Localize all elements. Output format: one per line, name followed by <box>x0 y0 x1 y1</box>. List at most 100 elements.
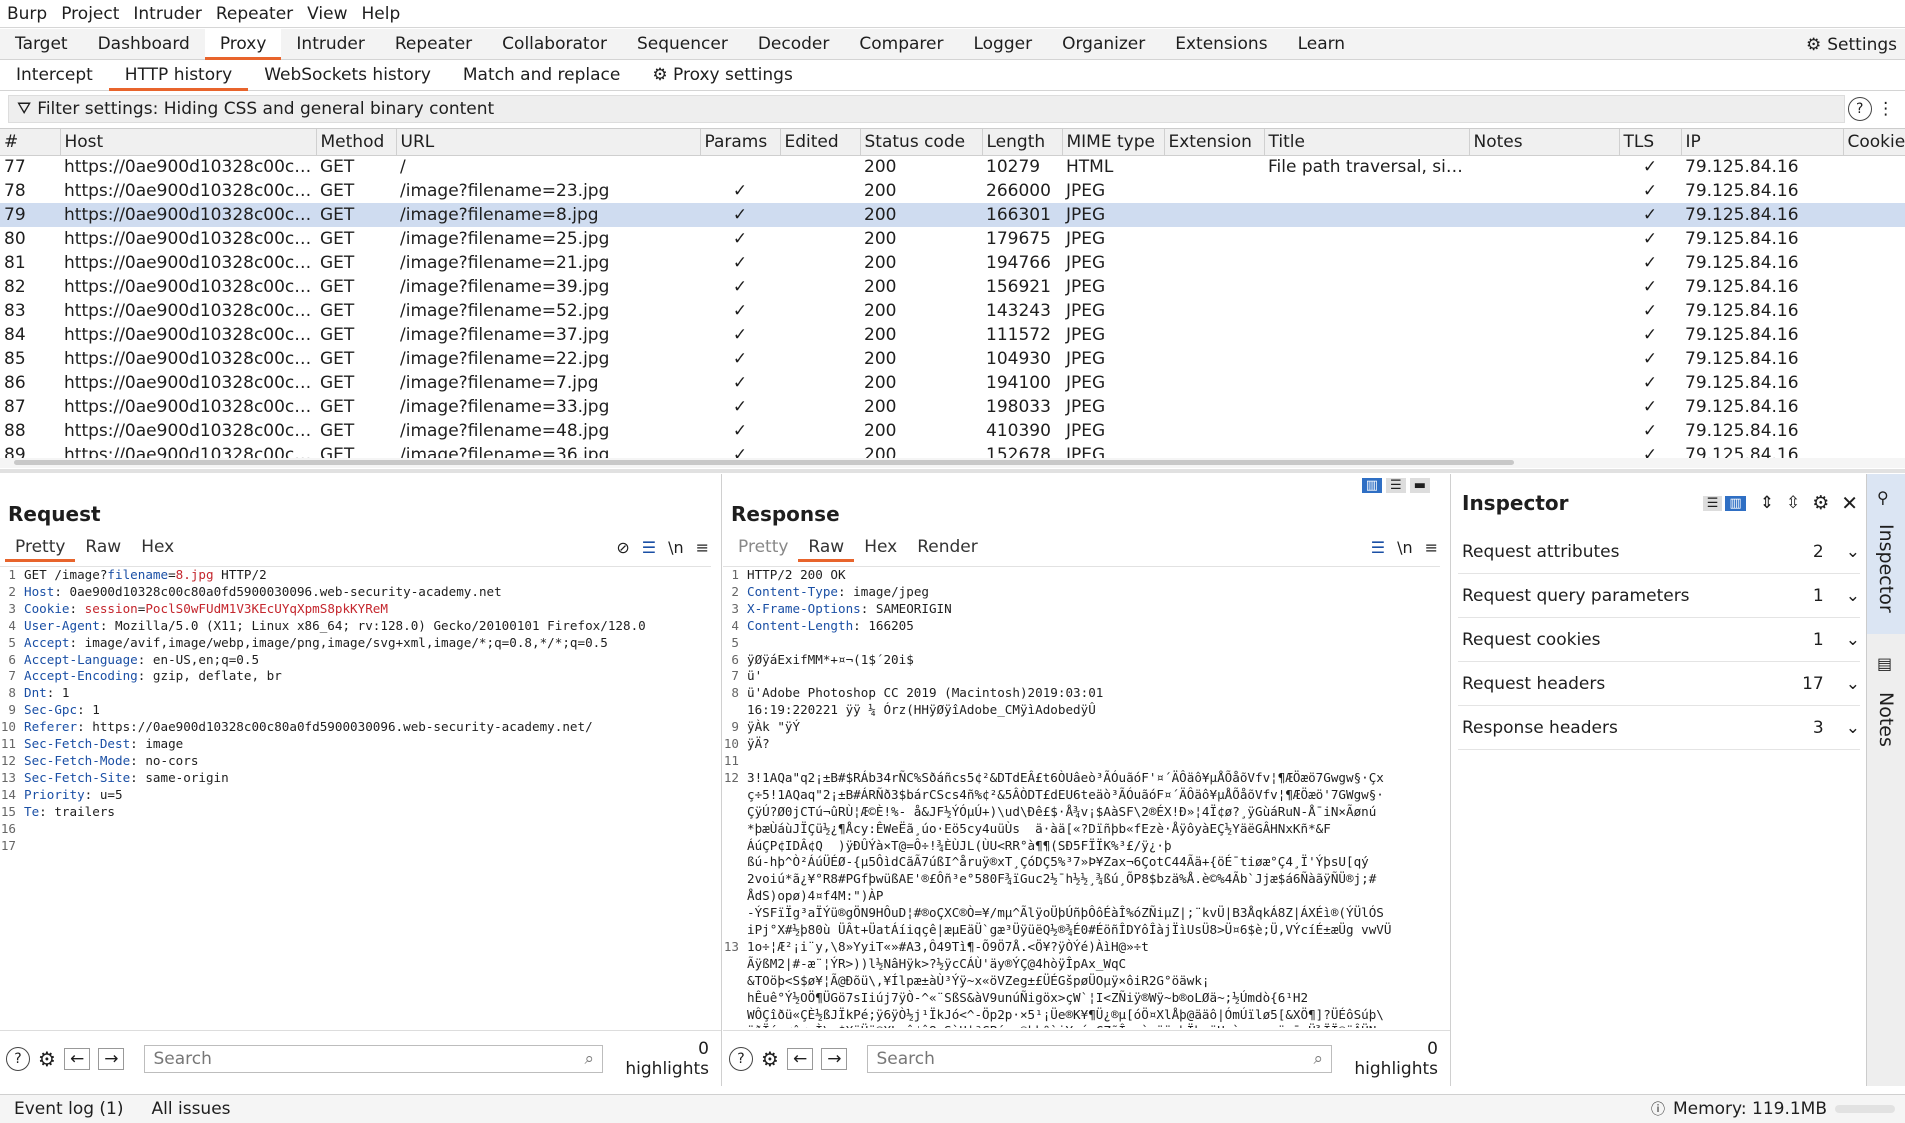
table-row[interactable]: 77 https://0ae900d10328c00c8... GET / 200 102… <box>0 155 1905 179</box>
request-search-input[interactable]: Search ⌕ <box>144 1044 603 1073</box>
table-row[interactable]: 83 https://0ae900d10328c00c8... GET/image?… <box>0 299 1905 323</box>
column-header[interactable]: Method <box>316 129 397 156</box>
table-row[interactable]: 85 https://0ae900d10328c00c8... GET/image?… <box>0 347 1905 371</box>
menu-intruder[interactable]: Intruder <box>126 4 208 24</box>
column-header[interactable]: URL <box>396 129 701 156</box>
forward-arrow-icon[interactable]: → <box>821 1047 848 1070</box>
table-row[interactable]: 86 https://0ae900d10328c00c8... GET/image?… <box>0 371 1905 395</box>
menu-project[interactable]: Project <box>54 4 126 24</box>
inspector-section-request-attributes[interactable]: Request attributes 2 ⌄ <box>1458 530 1860 574</box>
tab-logger[interactable]: Logger <box>958 29 1047 60</box>
table-row[interactable]: 79 https://0ae900d10328c00c8... GET/image?… <box>0 203 1905 227</box>
gear-icon[interactable]: ⚙ <box>38 1047 56 1071</box>
horizontal-scrollbar[interactable] <box>0 458 1905 468</box>
tab-proxy[interactable]: Proxy <box>204 28 282 60</box>
all-issues-link[interactable]: All issues <box>138 1099 245 1119</box>
response-editor[interactable]: 12345678 9101112 13 14 HTTP/2 200 OKCont… <box>723 566 1440 1028</box>
wrap-lines-icon[interactable]: ☰ <box>642 538 656 557</box>
column-header[interactable]: Extension <box>1164 129 1265 156</box>
tab-repeater[interactable]: Repeater <box>380 29 487 60</box>
column-header[interactable]: Status code <box>860 129 983 156</box>
column-header[interactable]: MIME type <box>1062 129 1165 156</box>
request-tab-hex[interactable]: Hex <box>131 532 184 562</box>
help-icon[interactable]: ? <box>1847 97 1872 121</box>
request-editor[interactable]: 1 2 3 4 5 6 7 8 9 10 11 12 13 14 15 16 17 GET /image?fil… <box>0 566 711 1028</box>
inspector-layout-list-icon[interactable]: ☰ <box>1702 495 1723 511</box>
response-tab-raw[interactable]: Raw <box>798 532 855 562</box>
gear-icon[interactable]: ⚙ <box>761 1047 779 1071</box>
tab-intruder[interactable]: Intruder <box>281 29 379 60</box>
pane-divider[interactable] <box>0 469 1905 473</box>
newline-icon[interactable]: \n <box>668 538 684 557</box>
column-header[interactable]: IP <box>1681 129 1844 156</box>
newline-icon[interactable]: \n <box>1397 538 1413 557</box>
column-header[interactable]: Cookie <box>1843 129 1905 156</box>
collapse-all-icon[interactable]: ⇳ <box>1786 493 1800 513</box>
tab-websockets-history[interactable]: WebSockets history <box>248 60 447 91</box>
menu-burp[interactable]: Burp <box>0 4 54 24</box>
help-icon[interactable]: ? <box>6 1046 30 1071</box>
filter-settings-button[interactable]: ⛛ Filter settings: Hiding CSS and genera… <box>8 95 1845 123</box>
column-header[interactable]: Host <box>60 129 317 156</box>
column-header[interactable]: Params <box>700 129 781 156</box>
tab-extensions[interactable]: Extensions <box>1160 29 1282 60</box>
back-arrow-icon[interactable]: ← <box>786 1047 814 1070</box>
request-tab-raw[interactable]: Raw <box>75 532 131 562</box>
tab-match-and-replace[interactable]: Match and replace <box>447 60 636 91</box>
inspector-layout-panel-icon[interactable]: ▥ <box>1725 495 1746 511</box>
response-tab-pretty[interactable]: Pretty <box>728 532 798 562</box>
tab-http-history[interactable]: HTTP history <box>108 60 249 91</box>
table-row[interactable]: 80 https://0ae900d10328c00c8... GET/image?… <box>0 227 1905 251</box>
tab-dashboard[interactable]: Dashboard <box>83 29 205 60</box>
back-arrow-icon[interactable]: ← <box>63 1047 91 1070</box>
close-icon[interactable]: ✕ <box>1841 491 1858 515</box>
table-row[interactable]: 87 https://0ae900d10328c00c8... GET/image?… <box>0 395 1905 419</box>
help-icon[interactable]: ? <box>729 1046 753 1071</box>
menu-icon[interactable]: ≡ <box>696 538 709 557</box>
forward-arrow-icon[interactable]: → <box>98 1047 125 1070</box>
table-row[interactable]: 84 https://0ae900d10328c00c8... GET/image?… <box>0 323 1905 347</box>
table-row[interactable]: 82 https://0ae900d10328c00c8... GET/image?… <box>0 275 1905 299</box>
request-text[interactable]: GET /image?filename=8.jpg HTTP/2 Host: 0a… <box>24 567 711 854</box>
side-tab-notes[interactable]: ▤ Notes <box>1867 654 1905 774</box>
table-row[interactable]: 88 https://0ae900d10328c00c8... GET/image?… <box>0 419 1905 443</box>
tab-comparer[interactable]: Comparer <box>844 29 958 60</box>
inspector-section-request-query-parameters[interactable]: Request query parameters 1 ⌄ <box>1458 574 1860 618</box>
tab-sequencer[interactable]: Sequencer <box>622 29 743 60</box>
more-options-icon[interactable]: ⋮ <box>1877 99 1894 119</box>
inspector-section-request-headers[interactable]: Request headers 17 ⌄ <box>1458 662 1860 706</box>
table-row[interactable]: 81 https://0ae900d10328c00c8... GET/image?… <box>0 251 1905 275</box>
menu-help[interactable]: Help <box>355 4 408 24</box>
settings-button[interactable]: ⚙ Settings <box>1806 29 1897 60</box>
wrap-lines-icon[interactable]: ☰ <box>1371 538 1385 557</box>
column-header[interactable]: Title <box>1264 129 1470 156</box>
inspector-section-request-cookies[interactable]: Request cookies 1 ⌄ <box>1458 618 1860 662</box>
tab-target[interactable]: Target <box>0 29 83 60</box>
tab-collaborator[interactable]: Collaborator <box>487 29 622 60</box>
column-header[interactable]: TLS <box>1619 129 1682 156</box>
request-tab-pretty[interactable]: Pretty <box>5 532 76 562</box>
response-search-input[interactable]: Search ⌕ <box>867 1044 1332 1073</box>
side-tab-inspector[interactable]: ⚲ Inspector <box>1867 474 1905 634</box>
column-header[interactable]: # <box>0 129 61 156</box>
expand-all-icon[interactable]: ⇕ <box>1760 493 1774 513</box>
tab-learn[interactable]: Learn <box>1283 29 1361 60</box>
column-header[interactable]: Edited <box>780 129 861 156</box>
response-tab-render[interactable]: Render <box>907 532 988 562</box>
menu-icon[interactable]: ≡ <box>1425 538 1438 557</box>
response-text[interactable]: HTTP/2 200 OK Content-Type: image/jpeg X-F… <box>747 567 1440 1028</box>
column-header[interactable]: Length <box>982 129 1063 156</box>
event-log-link[interactable]: Event log (1) <box>0 1099 138 1119</box>
tab-intercept[interactable]: Intercept <box>0 60 109 91</box>
table-row[interactable]: 89 https://0ae900d10328c00c8... GET/image?… <box>0 443 1905 458</box>
table-row[interactable]: 78 https://0ae900d10328c00c8... GET/image?… <box>0 179 1905 203</box>
layout-single-icon[interactable]: ▬ <box>1409 478 1430 493</box>
tab-decoder[interactable]: Decoder <box>743 29 845 60</box>
layout-stacked-icon[interactable]: ☰ <box>1386 478 1406 493</box>
response-tab-hex[interactable]: Hex <box>854 532 907 562</box>
gear-icon[interactable]: ⚙ <box>1812 492 1829 514</box>
menu-repeater[interactable]: Repeater <box>209 4 300 24</box>
inspector-section-response-headers[interactable]: Response headers 3 ⌄ <box>1458 706 1860 750</box>
tab-organizer[interactable]: Organizer <box>1047 29 1160 60</box>
menu-view[interactable]: View <box>300 4 354 24</box>
